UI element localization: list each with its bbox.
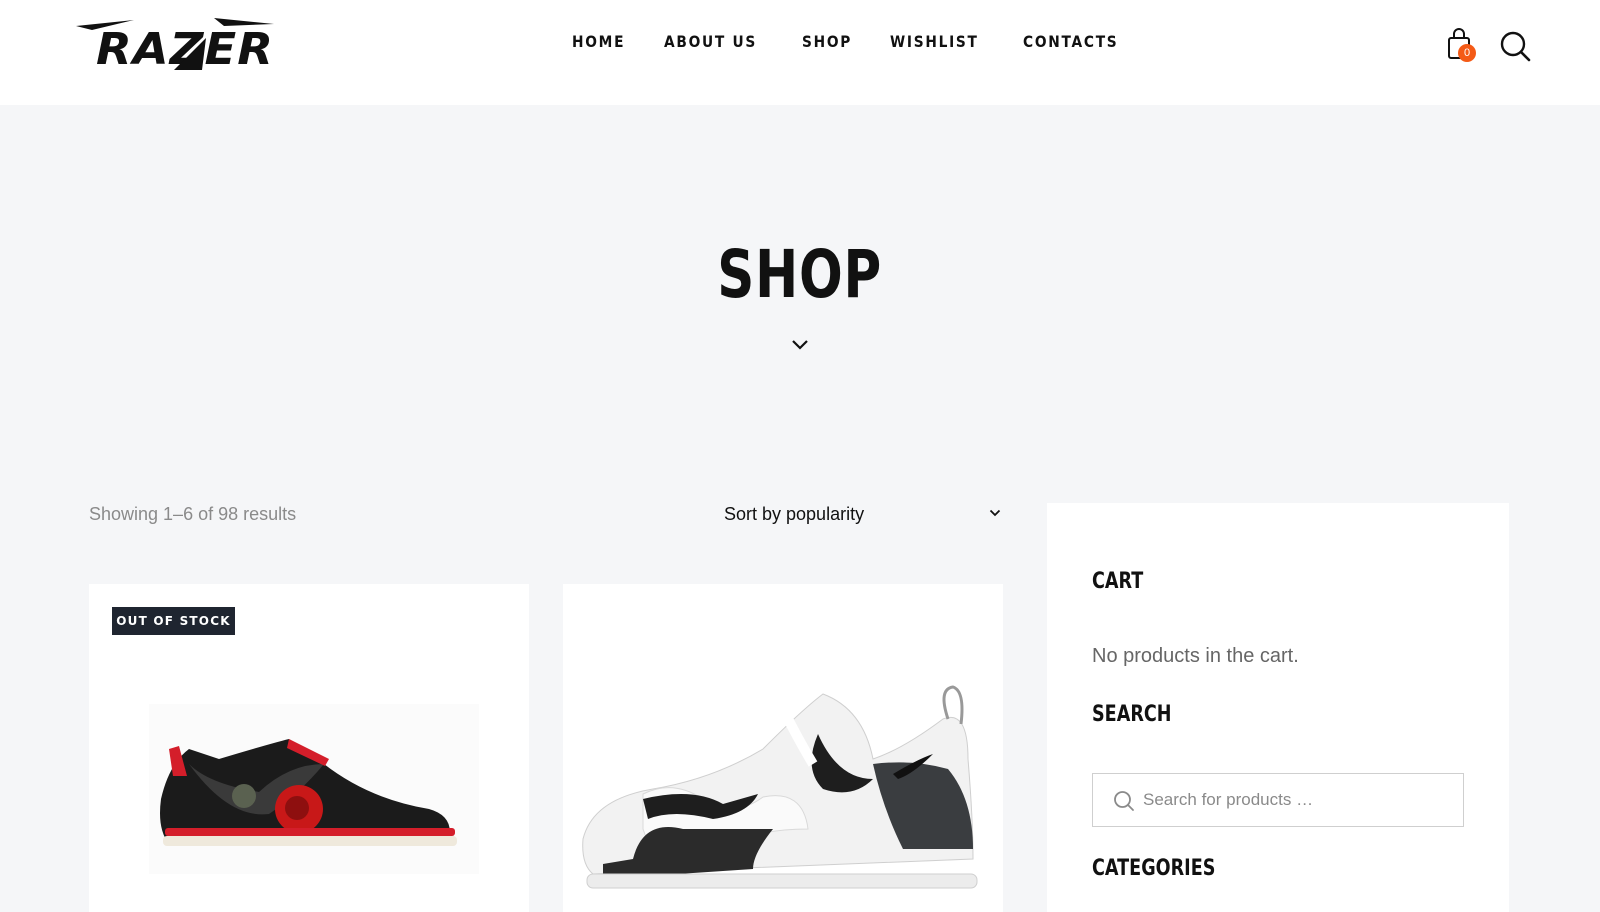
razer-logo[interactable]: RAZER — [74, 18, 280, 70]
chevron-down-icon — [989, 509, 1001, 517]
cart-count-badge: 0 — [1458, 44, 1476, 62]
nav-home[interactable]: HOME — [572, 32, 625, 51]
cart-widget-title: CART — [1092, 569, 1144, 594]
nav-shop[interactable]: SHOP — [802, 32, 852, 51]
site-header: RAZER HOME ABOUT US SHOP WISHLIST CONTAC… — [0, 0, 1600, 105]
results-count: Showing 1–6 of 98 results — [89, 504, 297, 524]
product-search[interactable] — [1092, 773, 1464, 827]
nav-about-us[interactable]: ABOUT US — [664, 32, 757, 51]
nav-wishlist[interactable]: WISHLIST — [890, 32, 979, 51]
categories-widget-title: CATEGORIES — [1092, 856, 1216, 881]
search-icon — [1114, 791, 1134, 811]
product-image[interactable] — [573, 679, 993, 909]
product-card[interactable]: OUT OF STOCK — [89, 584, 529, 912]
product-image[interactable] — [149, 704, 479, 874]
search-icon[interactable] — [1499, 30, 1531, 62]
nav-contacts[interactable]: CONTACTS — [1023, 32, 1118, 51]
search-widget-title: SEARCH — [1092, 702, 1172, 727]
page-title: SHOP — [717, 236, 883, 313]
shop-sidebar: CART No products in the cart. SEARCH CAT… — [1047, 503, 1509, 912]
product-card[interactable] — [563, 584, 1003, 912]
main-nav: HOME ABOUT US SHOP WISHLIST CONTACTS — [572, 32, 1134, 51]
search-input[interactable] — [1143, 774, 1453, 826]
chevron-down-icon[interactable] — [790, 338, 810, 352]
cart-empty-message: No products in the cart. — [1092, 645, 1299, 667]
out-of-stock-badge: OUT OF STOCK — [112, 607, 235, 635]
sort-dropdown[interactable]: Sort by popularity — [724, 495, 1004, 533]
sort-selected-value: Sort by popularity — [724, 504, 865, 524]
